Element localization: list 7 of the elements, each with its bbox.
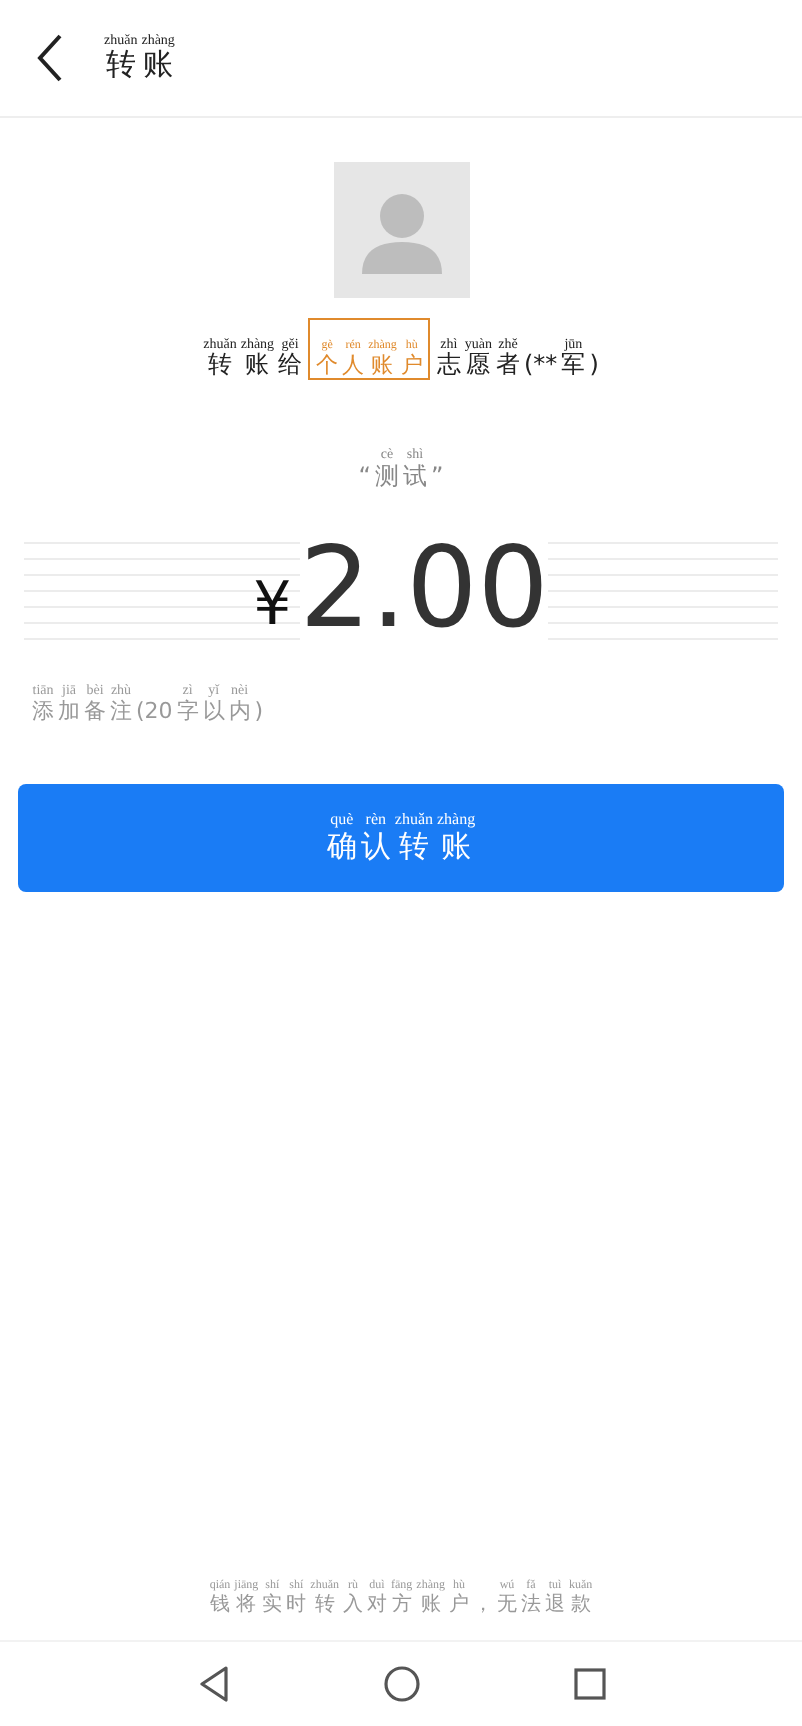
recents-square-icon[interactable] (573, 1668, 605, 1700)
avatar-icon (333, 162, 469, 298)
confirm-transfer-button[interactable]: què 确 rèn 认 zhuǎn 转 zhàng 账 (18, 784, 784, 893)
back-icon[interactable] (36, 34, 64, 82)
home-circle-icon[interactable] (383, 1666, 419, 1702)
currency-symbol: ¥ (253, 569, 292, 640)
back-triangle-icon[interactable] (197, 1666, 229, 1702)
